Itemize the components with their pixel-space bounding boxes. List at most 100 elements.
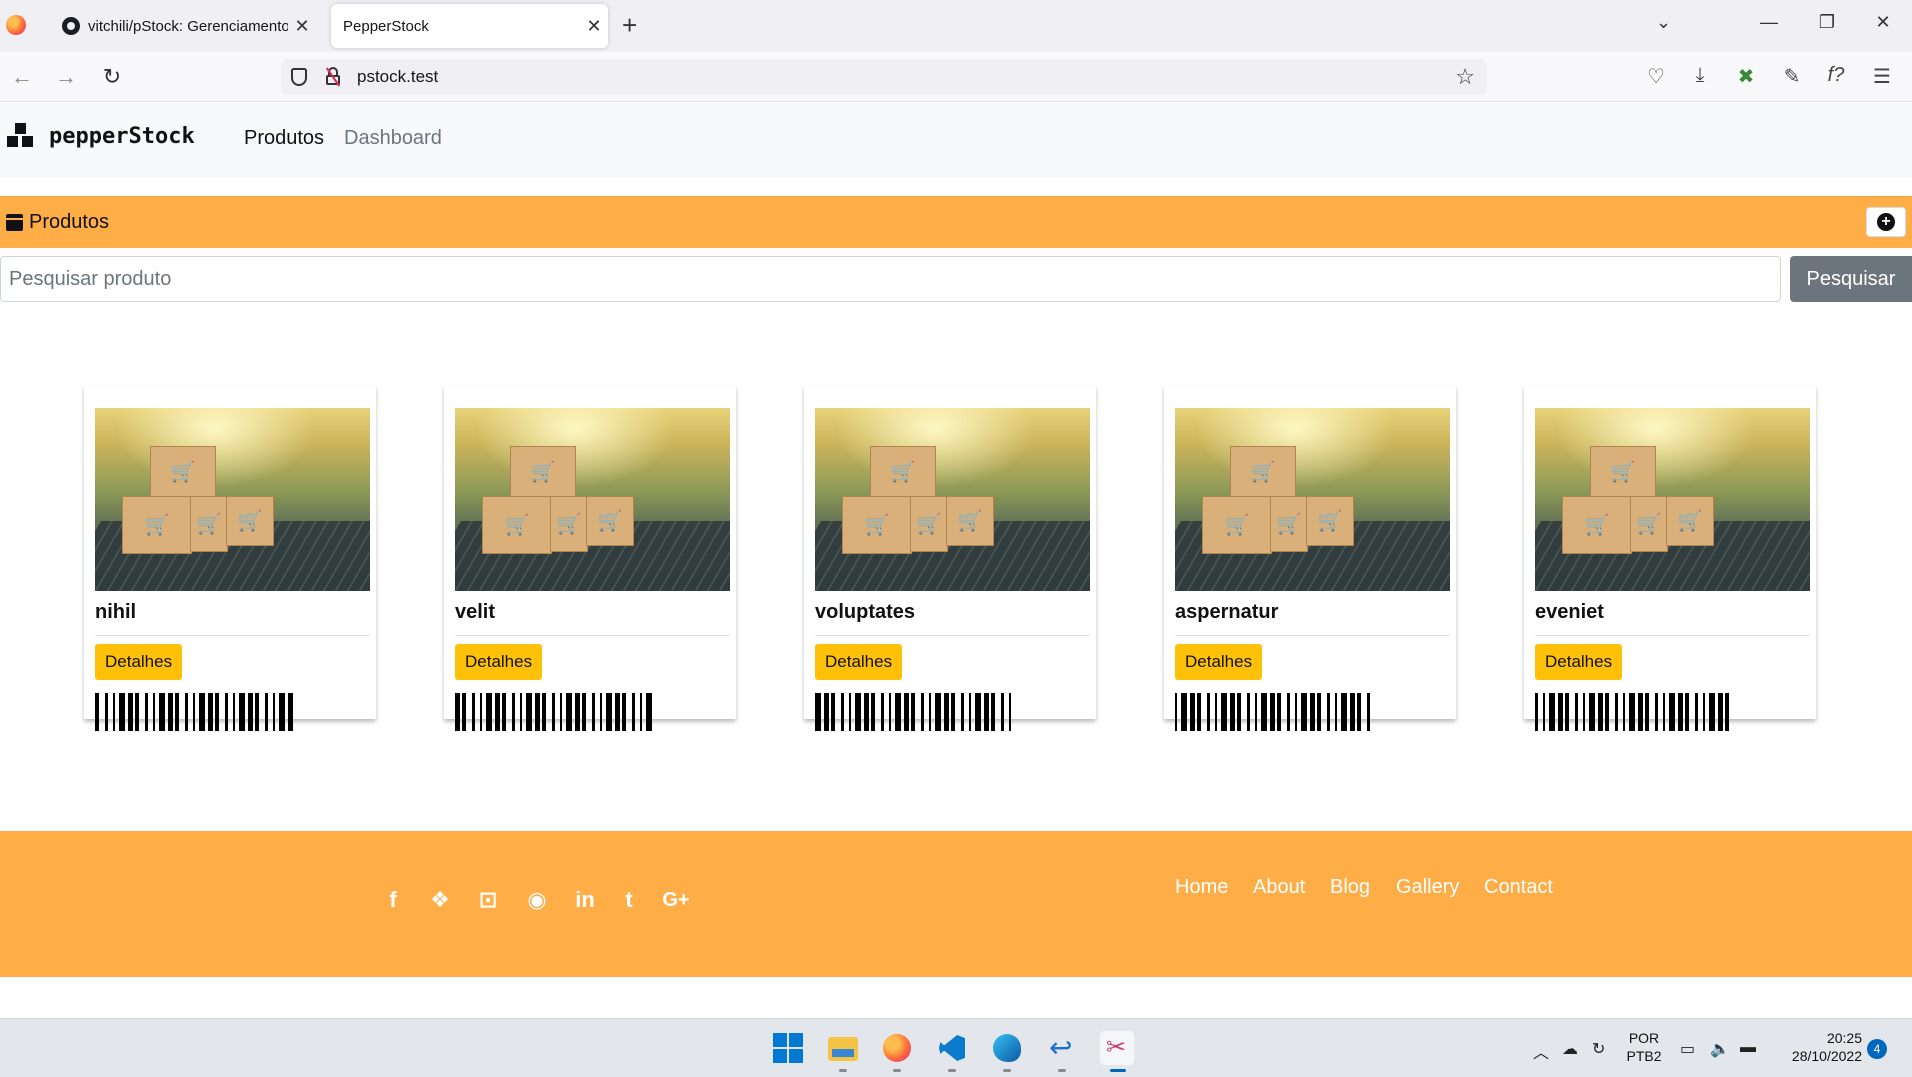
tab-list-chevron-icon[interactable]: ⌄ xyxy=(1656,12,1671,33)
back-button[interactable]: ← xyxy=(8,64,36,90)
barcode-bar xyxy=(831,693,835,731)
details-button[interactable]: Detalhes xyxy=(1175,644,1263,680)
search-button[interactable]: Pesquisar xyxy=(1790,256,1912,302)
barcode-bar xyxy=(1695,693,1698,731)
barcode-bar xyxy=(495,693,500,731)
eyedropper-icon[interactable]: ✎ xyxy=(1778,64,1806,89)
tumblr-icon[interactable]: t xyxy=(612,883,646,917)
close-icon[interactable]: ✕ xyxy=(580,16,608,37)
vscode-icon[interactable] xyxy=(935,1031,969,1065)
nav-dashboard[interactable]: Dashboard xyxy=(344,127,442,150)
url-text[interactable]: pstock.test xyxy=(357,67,438,87)
sync-icon[interactable]: ↻ xyxy=(1592,1039,1605,1059)
barcode-bar xyxy=(462,693,466,731)
barcode-bar xyxy=(1549,693,1555,731)
start-icon[interactable] xyxy=(771,1031,805,1065)
menu-icon[interactable]: ☰ xyxy=(1868,64,1896,89)
tab-pepperstock[interactable]: PepperStock ✕ xyxy=(331,4,608,48)
barcode-bar xyxy=(1575,693,1578,731)
minimize-button[interactable]: — xyxy=(1754,12,1784,33)
tab-title: PepperStock xyxy=(343,17,429,35)
product-name: eveniet xyxy=(1535,601,1604,623)
insecure-lock-icon[interactable] xyxy=(325,67,341,87)
bookmark-star-icon[interactable]: ☆ xyxy=(1455,64,1475,90)
product-image xyxy=(455,408,730,591)
volume-icon[interactable]: 🔈 xyxy=(1710,1039,1730,1059)
restore-button[interactable]: ❐ xyxy=(1812,12,1842,33)
downloads-icon[interactable]: ⤓ xyxy=(1686,64,1714,87)
details-button[interactable]: Detalhes xyxy=(455,644,543,680)
barcode-bar xyxy=(849,693,851,731)
footer-link-blog[interactable]: Blog xyxy=(1330,876,1370,899)
details-button[interactable]: Detalhes xyxy=(1535,644,1623,680)
new-tab-button[interactable]: + xyxy=(622,10,637,40)
network-icon[interactable]: ▭ xyxy=(1680,1039,1695,1059)
forward-button[interactable]: → xyxy=(52,64,80,90)
firefox-taskbar-icon[interactable] xyxy=(880,1031,914,1065)
window-close-button[interactable]: ✕ xyxy=(1868,12,1898,33)
barcode-bar xyxy=(841,693,844,731)
edge-icon[interactable] xyxy=(990,1031,1024,1065)
app-arrow-icon[interactable]: ↩ xyxy=(1045,1031,1079,1065)
barcode-bar xyxy=(592,693,595,731)
brand[interactable]: pepperStock xyxy=(7,123,195,149)
barcode-bar xyxy=(279,693,285,731)
details-button[interactable]: Detalhes xyxy=(95,644,183,680)
facebook-icon[interactable]: f xyxy=(376,883,410,917)
divider xyxy=(1175,635,1450,636)
barcode-bar xyxy=(502,693,506,731)
keyboard-layout: PTB2 xyxy=(1626,1048,1662,1064)
running-indicator xyxy=(1058,1069,1066,1072)
google-plus-icon[interactable]: G+ xyxy=(659,883,693,917)
barcode-bar xyxy=(113,693,115,731)
tab-github[interactable]: vitchili/pStock: Gerenciamento d ✕ xyxy=(48,4,316,48)
barcode-bar xyxy=(288,693,293,731)
footer-link-contact[interactable]: Contact xyxy=(1484,876,1553,899)
extension-icon[interactable]: ✖ xyxy=(1732,64,1760,89)
tracking-protection-icon[interactable] xyxy=(291,68,307,86)
add-product-button[interactable]: + xyxy=(1866,207,1906,237)
section-title: Produtos xyxy=(6,211,109,234)
github-icon[interactable]: ◉ xyxy=(520,883,554,917)
url-bar[interactable]: pstock.test ☆ xyxy=(281,59,1487,95)
barcode-bar xyxy=(535,693,540,731)
barcode-bar xyxy=(1703,693,1705,731)
battery-icon[interactable]: ▬ xyxy=(1740,1039,1756,1057)
close-icon[interactable]: ✕ xyxy=(288,16,316,37)
font-finder-icon[interactable]: f? xyxy=(1822,64,1850,87)
barcode-bar xyxy=(1623,693,1625,731)
input-language[interactable]: POR PTB2 xyxy=(1622,1029,1666,1065)
details-button[interactable]: Detalhes xyxy=(815,644,903,680)
notification-badge[interactable]: 4 xyxy=(1867,1039,1887,1059)
product-image xyxy=(95,408,370,591)
divider xyxy=(95,635,370,636)
footer-link-gallery[interactable]: Gallery xyxy=(1396,876,1459,899)
file-explorer-icon[interactable] xyxy=(826,1031,860,1065)
footer-link-about[interactable]: About xyxy=(1253,876,1305,899)
barcode-bar xyxy=(582,693,586,731)
reload-button[interactable]: ↻ xyxy=(98,64,126,90)
firefox-icon[interactable] xyxy=(6,15,26,35)
barcode-bar xyxy=(911,693,915,731)
barcode-bar xyxy=(1190,693,1195,731)
barcode-bar xyxy=(239,693,245,731)
barcode-bar xyxy=(486,693,492,731)
barcode-bar xyxy=(1270,693,1275,731)
barcode-bar xyxy=(1725,693,1729,731)
snipping-tool-icon[interactable]: ✂ xyxy=(1100,1031,1134,1065)
page-content: pepperStock Produtos Dashboard Produtos … xyxy=(0,103,1912,1018)
barcode-bar xyxy=(1367,693,1370,731)
onedrive-icon[interactable]: ☁ xyxy=(1562,1039,1578,1059)
linkedin-icon[interactable]: in xyxy=(568,883,602,917)
dropbox-icon[interactable]: ❖ xyxy=(423,883,457,917)
flickr-icon[interactable]: ⊡ xyxy=(471,883,505,917)
pocket-icon[interactable]: ♡ xyxy=(1642,64,1670,89)
clock[interactable]: 20:25 28/10/2022 xyxy=(1772,1029,1862,1065)
search-input[interactable] xyxy=(0,256,1781,302)
product-card: velit Detalhes xyxy=(444,385,736,731)
footer-link-home[interactable]: Home xyxy=(1175,876,1228,899)
divider xyxy=(455,635,730,636)
nav-produtos[interactable]: Produtos xyxy=(244,127,324,150)
barcode-bar xyxy=(1175,693,1177,731)
chevron-up-icon[interactable]: ︿ xyxy=(1533,1039,1549,1063)
